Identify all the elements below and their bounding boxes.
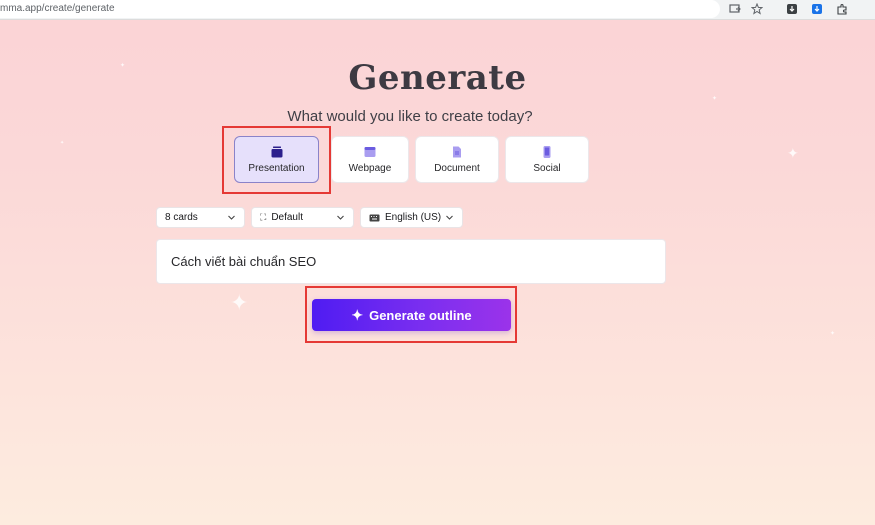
- type-card-label: Document: [434, 163, 480, 174]
- keyboard-icon: [369, 214, 380, 222]
- page-subtitle: What would you like to create today?: [287, 108, 533, 125]
- address-bar[interactable]: mma.app/create/generate: [0, 0, 720, 18]
- type-card-webpage[interactable]: Webpage: [331, 136, 409, 183]
- bookmark-star-icon[interactable]: [751, 3, 763, 15]
- decorative-sparkle-icon: ✦: [830, 331, 836, 337]
- type-card-label: Webpage: [348, 163, 392, 174]
- aspect-ratio-icon: ⛶: [260, 212, 267, 222]
- chevron-down-icon: [336, 213, 345, 222]
- social-icon: [540, 145, 554, 159]
- browser-toolbar: mma.app/create/generate: [0, 0, 875, 20]
- document-icon: [450, 145, 464, 159]
- type-card-social[interactable]: Social: [505, 136, 589, 183]
- language-value: English (US): [385, 212, 442, 223]
- cards-count-select[interactable]: 8 cards: [156, 207, 245, 228]
- decorative-sparkle-icon: ✦: [230, 290, 249, 315]
- highlight-box-presentation: [222, 126, 331, 194]
- chevron-down-icon: [445, 213, 454, 222]
- theme-select[interactable]: ⛶ Default: [251, 207, 354, 228]
- prompt-input[interactable]: Cách viết bài chuẩn SEO: [156, 239, 666, 284]
- install-app-icon[interactable]: [729, 3, 741, 15]
- type-card-document[interactable]: Document: [415, 136, 499, 183]
- theme-value: Default: [271, 212, 303, 223]
- highlight-box-generate: [305, 286, 517, 343]
- webpage-icon: [363, 145, 377, 159]
- cards-count-value: 8 cards: [165, 212, 198, 223]
- decorative-sparkle-icon: ✦: [787, 145, 799, 161]
- address-bar-url[interactable]: mma.app/create/generate: [0, 3, 115, 14]
- page-title: Generate: [348, 58, 527, 98]
- language-select[interactable]: English (US): [360, 207, 463, 228]
- extension-download-blue-icon[interactable]: [811, 3, 823, 15]
- extensions-puzzle-icon[interactable]: [836, 3, 848, 15]
- extension-download-icon[interactable]: [786, 3, 798, 15]
- decorative-sparkle-icon: ✦: [60, 140, 65, 146]
- prompt-input-value[interactable]: Cách viết bài chuẩn SEO: [171, 254, 316, 269]
- type-card-label: Social: [533, 163, 561, 174]
- chevron-down-icon: [227, 213, 236, 222]
